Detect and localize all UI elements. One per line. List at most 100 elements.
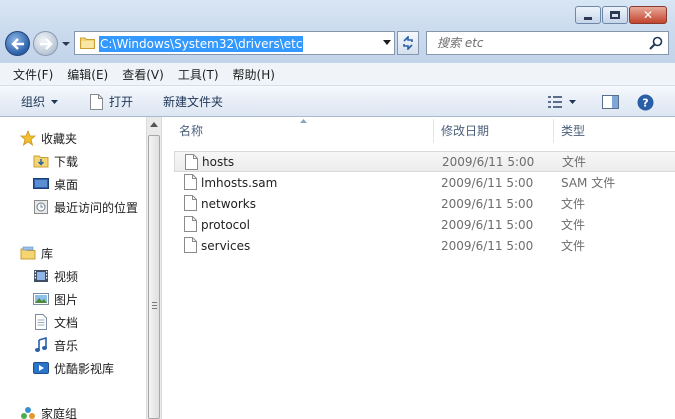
navigation-scrollbar[interactable] bbox=[146, 117, 161, 419]
forward-button[interactable] bbox=[33, 31, 58, 56]
close-icon: ✕ bbox=[642, 8, 654, 22]
scrollbar-thumb[interactable] bbox=[148, 135, 160, 419]
pictures-icon bbox=[33, 293, 49, 305]
menu-view[interactable]: 查看(V) bbox=[115, 66, 171, 83]
search-icon[interactable] bbox=[648, 35, 664, 51]
file-row-services[interactable]: services 2009/6/11 5:00 文件 bbox=[174, 235, 675, 256]
folder-icon bbox=[80, 37, 95, 49]
minimize-button[interactable] bbox=[575, 6, 601, 24]
file-icon bbox=[184, 195, 197, 211]
preview-pane-icon bbox=[602, 95, 619, 109]
nav-label: 桌面 bbox=[54, 177, 79, 192]
preview-pane-button[interactable] bbox=[602, 92, 619, 112]
help-button[interactable]: ? bbox=[637, 92, 654, 112]
star-icon bbox=[20, 130, 36, 146]
minimize-icon bbox=[576, 7, 600, 23]
scrollbar-grip-icon bbox=[152, 302, 157, 309]
file-icon bbox=[185, 154, 198, 170]
file-icon bbox=[184, 237, 197, 253]
nav-pictures[interactable]: 图片 bbox=[33, 289, 78, 309]
refresh-button[interactable] bbox=[397, 31, 419, 55]
file-date: 2009/6/11 5:00 bbox=[441, 238, 534, 253]
nav-recent-places[interactable]: 最近访问的位置 bbox=[33, 197, 138, 217]
file-name: hosts bbox=[202, 154, 235, 169]
libraries-icon bbox=[20, 246, 36, 260]
title-bar: ✕ C:\Windows\System32\drivers\etc bbox=[0, 0, 675, 63]
nav-music[interactable]: 音乐 bbox=[33, 335, 78, 355]
view-details-icon bbox=[548, 96, 562, 108]
file-name: services bbox=[201, 238, 251, 253]
refresh-icon bbox=[403, 36, 413, 50]
file-date: 2009/6/11 5:00 bbox=[441, 196, 534, 211]
address-path[interactable]: C:\Windows\System32\drivers\etc bbox=[99, 36, 304, 52]
menu-help[interactable]: 帮助(H) bbox=[226, 66, 282, 83]
file-list: 名称 修改日期 类型 hosts 2009/6/11 5:00 文件 lmhos… bbox=[162, 117, 675, 419]
recent-places-icon bbox=[34, 200, 48, 214]
chevron-down-icon bbox=[51, 100, 59, 104]
nav-desktop[interactable]: 桌面 bbox=[33, 174, 78, 194]
menu-file[interactable]: 文件(F) bbox=[6, 66, 60, 83]
chevron-down-icon bbox=[569, 100, 576, 104]
open-button[interactable]: 打开 bbox=[90, 93, 133, 111]
videos-icon bbox=[34, 270, 48, 282]
file-date: 2009/6/11 5:00 bbox=[441, 217, 534, 232]
new-folder-label: 新建文件夹 bbox=[163, 95, 224, 109]
search-input[interactable] bbox=[427, 32, 637, 54]
organize-label: 组织 bbox=[21, 95, 46, 109]
change-view-button[interactable] bbox=[547, 92, 576, 112]
back-button[interactable] bbox=[5, 31, 30, 56]
nav-libraries[interactable]: 库 bbox=[20, 243, 53, 263]
menu-edit[interactable]: 编辑(E) bbox=[60, 66, 115, 83]
file-icon bbox=[184, 174, 197, 190]
column-header-date[interactable]: 修改日期 bbox=[424, 117, 544, 145]
file-row-lmhosts[interactable]: lmhosts.sam 2009/6/11 5:00 SAM 文件 bbox=[174, 172, 675, 193]
menu-tools[interactable]: 工具(T) bbox=[171, 66, 226, 83]
nav-label: 下载 bbox=[54, 154, 79, 169]
file-row-protocol[interactable]: protocol 2009/6/11 5:00 文件 bbox=[174, 214, 675, 235]
nav-videos[interactable]: 视频 bbox=[33, 266, 78, 286]
file-type: 文件 bbox=[562, 155, 587, 169]
scroll-up-arrow-icon[interactable] bbox=[150, 122, 158, 127]
file-name: lmhosts.sam bbox=[201, 175, 278, 190]
file-type: 文件 bbox=[561, 197, 586, 211]
nav-downloads[interactable]: 下载 bbox=[33, 151, 78, 171]
nav-youku-library[interactable]: 优酷影视库 bbox=[33, 358, 114, 378]
youku-library-icon bbox=[33, 362, 49, 374]
close-button[interactable]: ✕ bbox=[629, 6, 667, 24]
nav-documents[interactable]: 文档 bbox=[33, 312, 78, 332]
desktop-icon bbox=[33, 178, 49, 189]
file-type: 文件 bbox=[561, 218, 586, 232]
search-box[interactable] bbox=[426, 31, 669, 55]
file-name: protocol bbox=[201, 217, 250, 232]
documents-icon bbox=[35, 314, 47, 330]
file-icon bbox=[90, 94, 103, 110]
file-row-networks[interactable]: networks 2009/6/11 5:00 文件 bbox=[174, 193, 675, 214]
navigation-pane: 收藏夹 下载 桌面 最近访问的位置 库 视频 图片 文档 音乐 优酷影视库 家庭… bbox=[0, 117, 146, 419]
file-row-hosts[interactable]: hosts 2009/6/11 5:00 文件 bbox=[174, 151, 675, 172]
file-date: 2009/6/11 5:00 bbox=[441, 175, 534, 190]
nav-label: 优酷影视库 bbox=[54, 361, 115, 376]
address-bar[interactable]: C:\Windows\System32\drivers\etc bbox=[74, 31, 395, 55]
column-header-type[interactable]: 类型 bbox=[544, 117, 664, 145]
downloads-folder-icon bbox=[33, 155, 49, 168]
nav-homegroup[interactable]: 家庭组 bbox=[20, 403, 77, 419]
command-bar: 组织 打开 新建文件夹 ? bbox=[0, 86, 675, 117]
homegroup-icon bbox=[21, 407, 35, 419]
nav-label: 收藏夹 bbox=[41, 131, 78, 146]
open-label: 打开 bbox=[109, 95, 134, 109]
new-folder-button[interactable]: 新建文件夹 bbox=[163, 93, 223, 111]
maximize-button[interactable] bbox=[602, 6, 628, 24]
file-type: 文件 bbox=[561, 239, 586, 253]
nav-label: 视频 bbox=[54, 269, 79, 284]
column-header-name[interactable]: 名称 bbox=[162, 117, 432, 145]
nav-favorites[interactable]: 收藏夹 bbox=[20, 128, 77, 148]
svg-text:?: ? bbox=[642, 96, 648, 109]
window-controls: ✕ bbox=[574, 6, 667, 24]
organize-button[interactable]: 组织 bbox=[21, 93, 59, 111]
file-name: networks bbox=[201, 196, 256, 211]
nav-label: 音乐 bbox=[54, 338, 79, 353]
menu-bar: 文件(F) 编辑(E) 查看(V) 工具(T) 帮助(H) bbox=[0, 63, 675, 86]
file-type: SAM 文件 bbox=[561, 176, 616, 190]
address-dropdown-icon[interactable] bbox=[383, 40, 391, 46]
recent-pages-dropdown-icon[interactable] bbox=[61, 40, 71, 48]
